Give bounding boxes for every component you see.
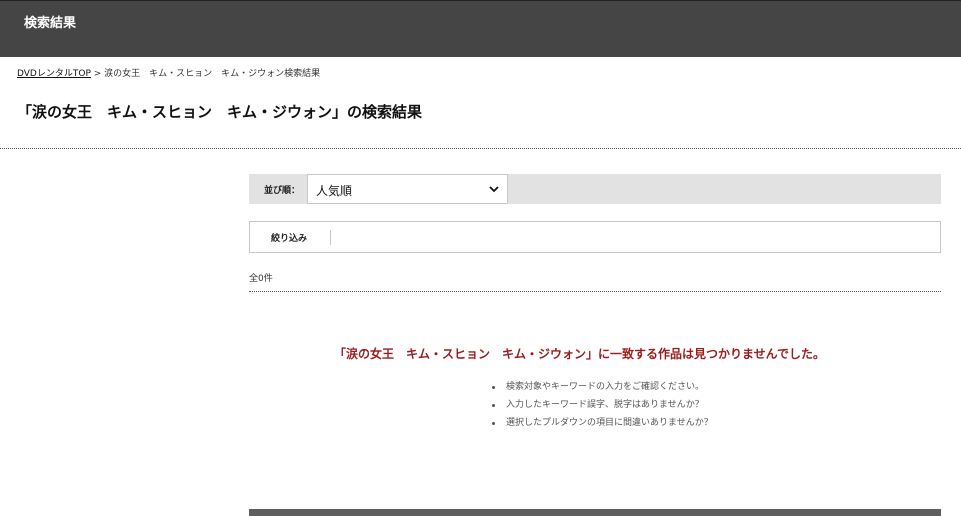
page-title: 「涙の女王 キム・スヒョン キム・ジウォン」の検索結果 [17,103,423,121]
hint-item: 検索対象やキーワードの入力をご確認ください。 [492,380,713,398]
sort-selected-value: 人気順 [316,184,353,198]
header-bar: 検索結果 [0,0,961,57]
bullet-icon [492,404,495,407]
footer-bar [249,509,941,516]
hint-text: 入力したキーワード誤字、脱字はありませんか？ [506,400,704,410]
filter-button[interactable]: 絞り込み [271,231,307,244]
hint-item: 選択したプルダウンの項目に間違いありませんか？ [492,416,713,434]
result-count: 全0件 [249,274,273,284]
hint-text: 選択したプルダウンの項目に間違いありませんか？ [506,418,713,428]
breadcrumb-home-link[interactable]: DVDレンタルTOP [17,69,91,79]
breadcrumb-current: 涙の女王 キム・スヒョン キム・ジウォン検索結果 [104,69,321,79]
chevron-down-icon [489,186,499,193]
hint-text: 検索対象やキーワードの入力をご確認ください。 [506,382,705,392]
breadcrumb: DVDレンタルTOP > 涙の女王 キム・スヒョン キム・ジウォン検索結果 [17,66,320,79]
count-divider [249,291,941,292]
filter-separator [330,230,331,245]
bullet-icon [492,422,495,425]
section-divider [0,148,961,149]
filter-bar: 絞り込み [249,221,941,253]
sort-label: 並び順： [264,186,301,196]
header-title: 検索結果 [24,16,77,31]
breadcrumb-separator: > [93,69,102,79]
sort-bar: 並び順： 人気順 [249,174,941,204]
hint-list: 検索対象やキーワードの入力をご確認ください。 入力したキーワード誤字、脱字はあり… [492,380,713,434]
no-result-message: 「涙の女王 キム・スヒョン キム・ジウォン」に一致する作品は見つかりませんでした… [334,347,826,361]
bullet-icon [492,386,495,389]
hint-item: 入力したキーワード誤字、脱字はありませんか？ [492,398,713,416]
sort-select[interactable]: 人気順 [307,174,508,204]
